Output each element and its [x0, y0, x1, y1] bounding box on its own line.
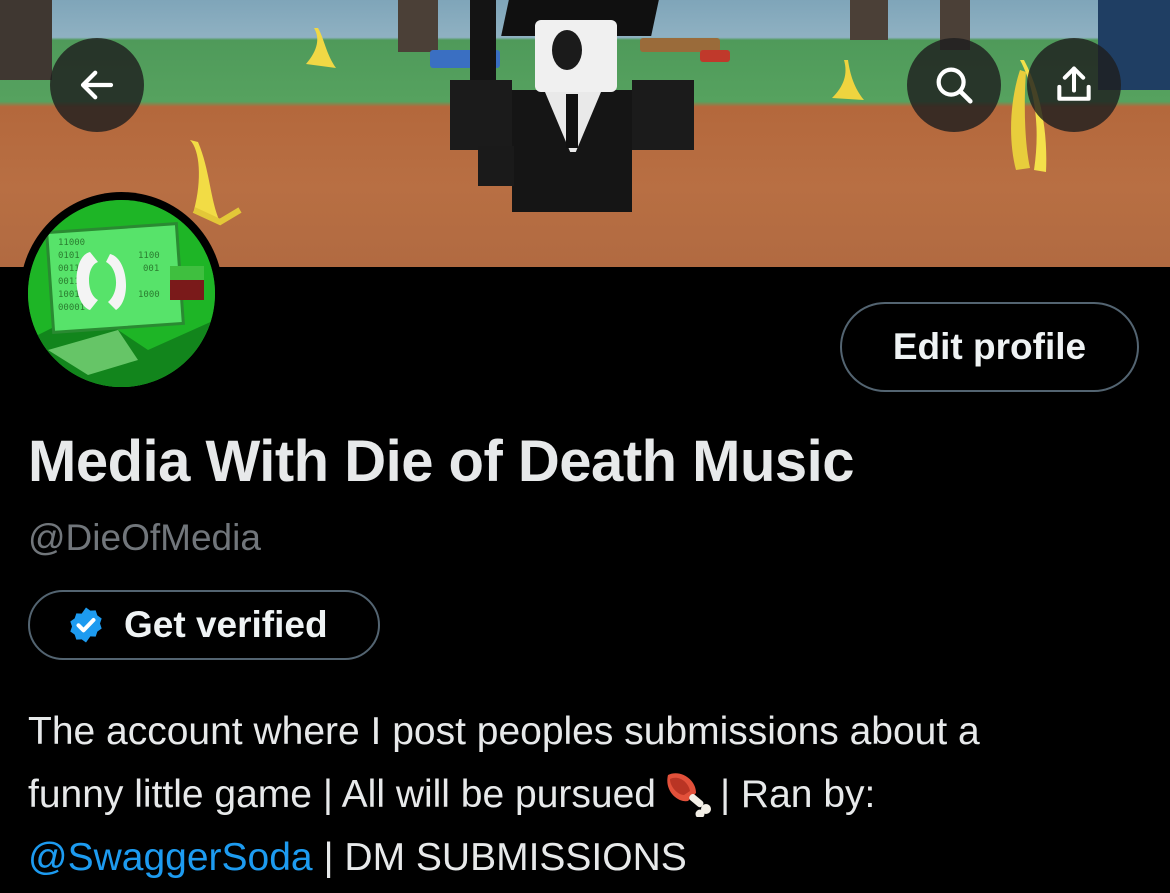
edit-profile-button[interactable]: Edit profile: [840, 302, 1139, 392]
banana-peel-image: [306, 28, 336, 68]
avatar-image: 11000 0101 00111 0011 1001 00001 1100 001 1000: [28, 200, 215, 387]
character-arm: [450, 80, 512, 150]
bio-text: | Ran by:: [719, 773, 876, 816]
edit-profile-label: Edit profile: [892, 326, 1087, 367]
character-tie: [566, 94, 578, 148]
avatar-character-image: 11000010100111 0011100100001 11000011000: [28, 200, 215, 387]
banner-prop: [700, 50, 730, 62]
svg-text:11000: 11000: [58, 238, 85, 248]
banner-tree-trunk: [0, 0, 52, 80]
svg-text:001: 001: [143, 264, 159, 274]
bio-line: @SwaggerSoda | DM SUBMISSIONS: [28, 826, 1148, 889]
get-verified-button[interactable]: Get verified: [28, 590, 380, 660]
banana-peel-image: [832, 60, 864, 100]
search-button[interactable]: [907, 38, 1001, 132]
banner-tree-trunk: [398, 0, 438, 52]
banana-peel-image: [190, 140, 242, 226]
bio-text: funny little game | All will be pursued: [28, 773, 656, 816]
svg-text:1000: 1000: [138, 290, 160, 300]
character-arm: [632, 80, 694, 150]
arrow-left-icon: [80, 70, 114, 100]
bio-text: | DM SUBMISSIONS: [312, 836, 687, 879]
character-eye: [552, 30, 582, 70]
meat-on-bone-icon: [667, 773, 711, 817]
svg-text:1100: 1100: [138, 251, 160, 261]
back-button[interactable]: [50, 38, 144, 132]
verified-badge-icon: [70, 607, 102, 643]
svg-text:1001: 1001: [58, 290, 80, 300]
search-icon: [936, 67, 973, 104]
profile-bio: The account where I post peoples submiss…: [28, 700, 1148, 889]
share-button[interactable]: [1027, 38, 1121, 132]
mention-link[interactable]: @SwaggerSoda: [28, 836, 313, 879]
svg-text:0101: 0101: [58, 251, 80, 261]
banner-tree-trunk: [850, 0, 888, 40]
profile-avatar[interactable]: 11000 0101 00111 0011 1001 00001 1100 001 1000: [20, 192, 223, 395]
character-hand: [478, 146, 514, 186]
share-icon: [1057, 66, 1091, 101]
bio-line: funny little game | All will be pursued …: [28, 763, 1148, 826]
svg-text:00001: 00001: [58, 303, 85, 313]
bio-line: The account where I post peoples submiss…: [28, 710, 980, 753]
svg-text:0011: 0011: [58, 277, 80, 287]
display-name: Media With Die of Death Music: [28, 429, 855, 494]
user-handle: @DieOfMedia: [28, 517, 261, 558]
get-verified-label: Get verified: [124, 604, 328, 645]
